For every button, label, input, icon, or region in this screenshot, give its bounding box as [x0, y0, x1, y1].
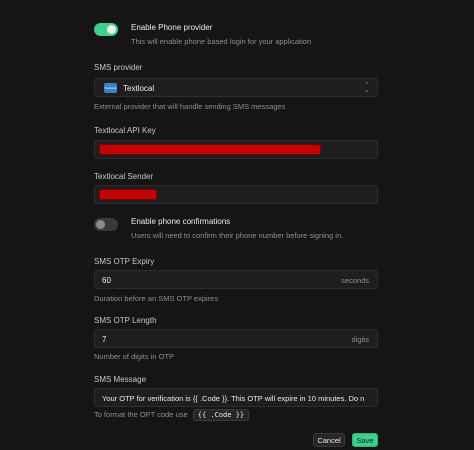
- chevron-updown-icon: ⌃ ⌄: [364, 82, 370, 94]
- otp-expiry-suffix: seconds: [341, 276, 369, 285]
- save-button[interactable]: Save: [352, 433, 378, 447]
- enable-phone-provider-toggle[interactable]: [94, 23, 118, 36]
- otp-expiry-value: 60: [102, 276, 111, 285]
- toggle-knob: [96, 220, 105, 229]
- otp-length-help: Number of digits in OTP: [94, 352, 175, 361]
- sms-message-help-text: To format the OPT code use: [94, 410, 188, 419]
- sms-message-help: To format the OPT code use {{ .Code }}: [94, 409, 250, 421]
- otp-expiry-label: SMS OTP Expiry: [94, 257, 155, 266]
- otp-length-input[interactable]: 7 digits: [94, 329, 378, 348]
- textlocal-logo-icon: Textlocal: [104, 83, 117, 93]
- sender-label: Textlocal Sender: [94, 172, 154, 181]
- sms-message-input[interactable]: Your OTP for verification is {{ .Code }}…: [94, 388, 378, 407]
- enable-phone-confirmations-toggle[interactable]: [94, 218, 118, 231]
- sender-input[interactable]: [94, 185, 378, 204]
- phone-provider-description: This will enable phone based login for y…: [131, 37, 312, 46]
- otp-expiry-help: Duration before an SMS OTP expires: [94, 294, 219, 303]
- otp-length-label: SMS OTP Length: [94, 316, 157, 325]
- sender-redaction: [99, 189, 157, 200]
- api-key-label: Textlocal API Key: [94, 126, 156, 135]
- phone-confirmations-description: Users will need to confirm their phone n…: [131, 231, 344, 240]
- cancel-button[interactable]: Cancel: [313, 433, 345, 447]
- sms-message-value: Your OTP for verification is {{ .Code }}…: [102, 394, 365, 403]
- otp-length-value: 7: [102, 335, 107, 344]
- toggle-knob: [107, 25, 116, 34]
- phone-provider-title: Enable Phone provider: [131, 23, 213, 32]
- otp-expiry-input[interactable]: 60 seconds: [94, 270, 378, 289]
- sms-provider-help: External provider that will handle sendi…: [94, 102, 286, 111]
- otp-length-suffix: digits: [351, 335, 369, 344]
- api-key-input[interactable]: [94, 140, 378, 159]
- api-key-redaction: [99, 144, 321, 155]
- sms-message-label: SMS Message: [94, 375, 147, 384]
- sms-provider-select[interactable]: Textlocal Textlocal ⌃ ⌄: [94, 78, 378, 97]
- code-placeholder-chip: {{ .Code }}: [192, 409, 250, 421]
- sms-provider-label: SMS provider: [94, 63, 143, 72]
- sms-provider-selected: Textlocal: [123, 84, 155, 93]
- phone-confirmations-title: Enable phone confirmations: [131, 217, 231, 226]
